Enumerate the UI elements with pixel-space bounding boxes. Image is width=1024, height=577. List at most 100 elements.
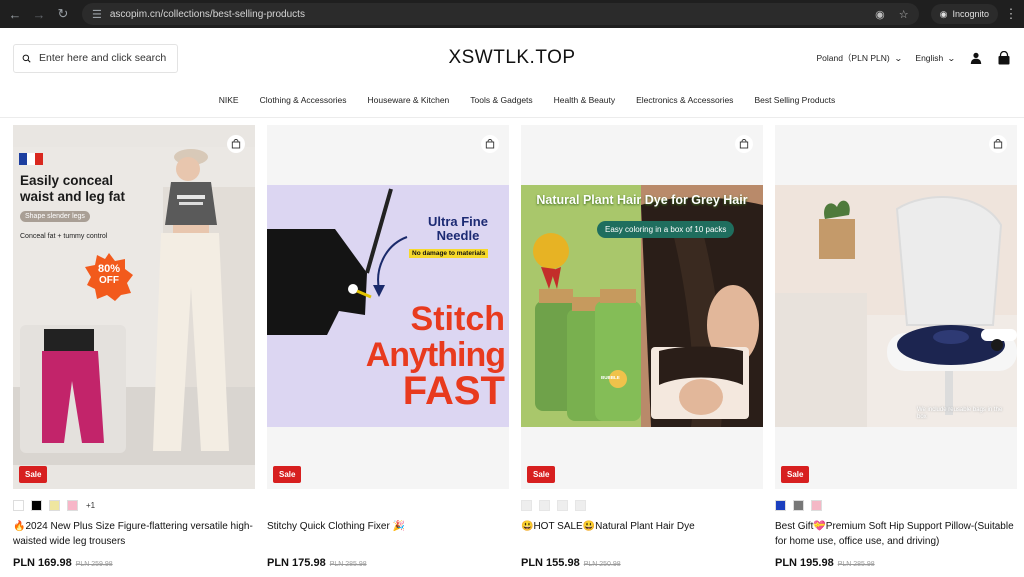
swatch-pink[interactable] bbox=[67, 500, 78, 511]
hair-dye-pill: Easy coloring in a box of 10 packs bbox=[597, 221, 735, 238]
country-label: Poland（PLN PLN) bbox=[816, 53, 890, 63]
swatch-white[interactable] bbox=[13, 500, 24, 511]
sale-badge: Sale bbox=[781, 466, 810, 483]
compare-price: PLN 285.98 bbox=[837, 561, 875, 568]
sale-price: PLN 195.98 bbox=[775, 557, 834, 569]
stitchy-big1: Stitch bbox=[410, 300, 505, 338]
more-swatches[interactable]: +1 bbox=[86, 501, 95, 510]
nav-item-houseware[interactable]: Houseware & Kitchen bbox=[368, 95, 450, 105]
product-image[interactable]: We include reusable bags in the box Sale bbox=[775, 125, 1017, 489]
product-card[interactable]: We include reusable bags in the box Sale… bbox=[775, 125, 1017, 569]
compare-price: PLN 250.98 bbox=[583, 561, 621, 568]
color-swatches bbox=[521, 500, 763, 511]
promo-headline: Easily conceal waist and leg fat bbox=[20, 173, 126, 204]
swatch-black[interactable] bbox=[31, 500, 42, 511]
language-label: English bbox=[915, 53, 944, 63]
search-input[interactable] bbox=[39, 52, 169, 64]
stitchy-line3: No damage to materials bbox=[409, 249, 489, 258]
nav-item-clothing[interactable]: Clothing & Accessories bbox=[260, 95, 347, 105]
quick-add-bag-icon[interactable] bbox=[989, 135, 1007, 153]
browser-menu-icon[interactable]: ⋮ bbox=[1004, 6, 1018, 22]
nav-item-nike[interactable]: NIKE bbox=[219, 95, 239, 105]
bottle-label: BUBBLE bbox=[601, 375, 620, 380]
nav-item-health-beauty[interactable]: Health & Beauty bbox=[554, 95, 615, 105]
color-swatches: +1 bbox=[13, 500, 255, 511]
discount-off: OFF bbox=[99, 275, 119, 286]
cart-icon[interactable] bbox=[997, 51, 1011, 65]
product-title[interactable]: 🔥2024 New Plus Size Figure-flattering ve… bbox=[13, 519, 255, 549]
store-header: XSWTLK.TOP Poland（PLN PLN) ⌄ English ⌄ bbox=[0, 28, 1024, 88]
sale-badge: Sale bbox=[273, 466, 302, 483]
country-selector[interactable]: Poland（PLN PLN) ⌄ bbox=[816, 52, 903, 64]
swatch-blue[interactable] bbox=[775, 500, 786, 511]
product-card[interactable]: Ultra Fine Needle No damage to materials… bbox=[267, 125, 509, 569]
search-icon[interactable] bbox=[22, 52, 31, 65]
product-image[interactable]: Natural Plant Hair Dye for Grey Hair Eas… bbox=[521, 125, 763, 489]
swatch-option-2[interactable] bbox=[539, 500, 550, 511]
price-row: PLN 155.98 PLN 250.98 bbox=[521, 557, 763, 569]
quick-add-bag-icon[interactable] bbox=[481, 135, 499, 153]
search-box[interactable] bbox=[13, 43, 178, 73]
nav-item-best-selling[interactable]: Best Selling Products bbox=[754, 95, 835, 105]
discount-badge: 80% OFF bbox=[85, 253, 133, 301]
swatch-yellow[interactable] bbox=[49, 500, 60, 511]
stitchy-art: Ultra Fine Needle No damage to materials… bbox=[267, 185, 509, 427]
sale-price: PLN 169.98 bbox=[13, 557, 72, 569]
site-info-icon[interactable]: ☰ bbox=[92, 8, 102, 21]
back-icon[interactable]: ← bbox=[6, 5, 24, 23]
address-bar[interactable]: ☰ ascopim.cn/collections/best-selling-pr… bbox=[82, 3, 919, 25]
product-title[interactable]: Stitchy Quick Clothing Fixer 🎉 bbox=[267, 519, 509, 549]
price-row: PLN 175.98 PLN 285.98 bbox=[267, 557, 509, 569]
bookmark-star-icon[interactable]: ☆ bbox=[899, 8, 909, 21]
product-grid: Easily conceal waist and leg fat Shape s… bbox=[0, 118, 1024, 569]
account-icon[interactable] bbox=[969, 51, 983, 65]
color-swatches bbox=[267, 500, 509, 511]
product-title[interactable]: Best Gift💝Premium Soft Hip Support Pillo… bbox=[775, 519, 1017, 549]
stitchy-line1: Ultra Fine bbox=[428, 214, 488, 229]
inset-pink-trousers-photo bbox=[20, 325, 126, 453]
chevron-down-icon: ⌄ bbox=[947, 53, 957, 63]
product-image[interactable]: Ultra Fine Needle No damage to materials… bbox=[267, 125, 509, 489]
swatch-option-1[interactable] bbox=[521, 500, 532, 511]
product-image[interactable]: Easily conceal waist and leg fat Shape s… bbox=[13, 125, 255, 489]
chevron-down-icon: ⌄ bbox=[893, 53, 903, 63]
pillow-art: We include reusable bags in the box bbox=[775, 185, 1017, 427]
sale-price: PLN 175.98 bbox=[267, 557, 326, 569]
price-row: PLN 195.98 PLN 285.98 bbox=[775, 557, 1017, 569]
quick-add-bag-icon[interactable] bbox=[735, 135, 753, 153]
incognito-label: Incognito bbox=[952, 9, 989, 19]
swatch-grey[interactable] bbox=[793, 500, 804, 511]
price-row: PLN 169.98 PLN 259.98 bbox=[13, 557, 255, 569]
forward-icon[interactable]: → bbox=[30, 5, 48, 23]
swatch-option-3[interactable] bbox=[557, 500, 568, 511]
hair-dye-headline: Natural Plant Hair Dye for Grey Hair bbox=[536, 193, 748, 207]
compare-price: PLN 259.98 bbox=[75, 561, 113, 568]
office-chair-cushion-illustration bbox=[775, 185, 1017, 427]
promo-sub: Conceal fat + tummy control bbox=[20, 233, 108, 240]
product-title[interactable]: 😃HOT SALE😃Natural Plant Hair Dye bbox=[521, 519, 763, 549]
hair-dye-art: Natural Plant Hair Dye for Grey Hair Eas… bbox=[521, 185, 763, 427]
quick-add-bag-icon[interactable] bbox=[227, 135, 245, 153]
compare-price: PLN 285.98 bbox=[329, 561, 367, 568]
browser-toolbar: ← → ↻ ☰ ascopim.cn/collections/best-sell… bbox=[0, 0, 1024, 28]
category-nav: NIKE Clothing & Accessories Houseware & … bbox=[0, 88, 1024, 118]
discount-percent: 80% bbox=[97, 263, 121, 275]
swatch-option-4[interactable] bbox=[575, 500, 586, 511]
stitchy-big2: Anything bbox=[365, 336, 506, 374]
stitchy-line2: Needle bbox=[436, 228, 480, 243]
url-text: ascopim.cn/collections/best-selling-prod… bbox=[109, 8, 305, 20]
pillow-caption: We include reusable bags in the box bbox=[917, 407, 1003, 420]
sale-price: PLN 155.98 bbox=[521, 557, 580, 569]
product-card[interactable]: Natural Plant Hair Dye for Grey Hair Eas… bbox=[521, 125, 763, 569]
sale-badge: Sale bbox=[19, 466, 48, 483]
product-card[interactable]: Easily conceal waist and leg fat Shape s… bbox=[13, 125, 255, 569]
reload-icon[interactable]: ↻ bbox=[54, 5, 72, 23]
language-selector[interactable]: English ⌄ bbox=[915, 53, 957, 63]
incognito-badge[interactable]: ◉ Incognito bbox=[930, 4, 998, 24]
promo-text-block: Easily conceal waist and leg fat Shape s… bbox=[20, 173, 150, 240]
swatch-pink[interactable] bbox=[811, 500, 822, 511]
color-swatches bbox=[775, 500, 1017, 511]
nav-item-electronics[interactable]: Electronics & Accessories bbox=[636, 95, 733, 105]
eye-off-icon[interactable]: ◉ bbox=[875, 8, 885, 21]
nav-item-tools[interactable]: Tools & Gadgets bbox=[470, 95, 532, 105]
